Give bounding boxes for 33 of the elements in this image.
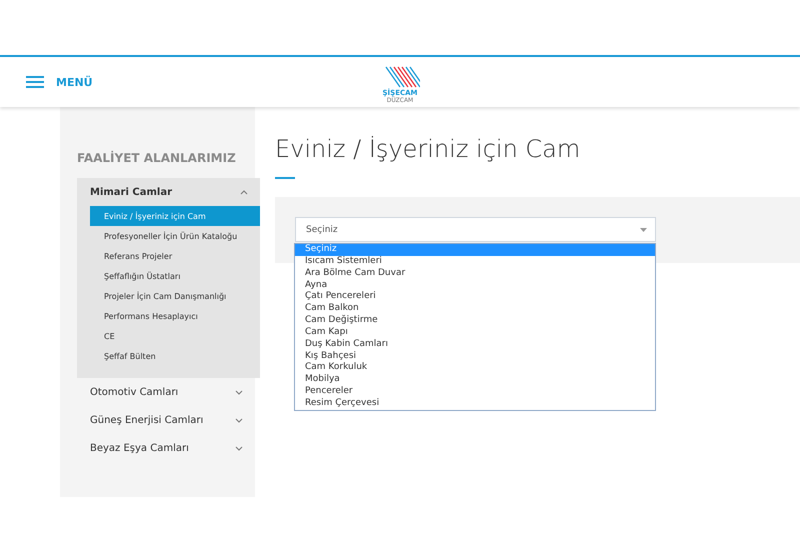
dropdown-option[interactable]: Mobilya (295, 374, 655, 386)
page-title: Eviniz / İşyeriniz için Cam (275, 135, 582, 165)
sidebar-group-header[interactable]: Güneş Enerjisi Camları (77, 406, 255, 434)
sidebar-group-header[interactable]: Beyaz Eşya Camları (77, 434, 255, 462)
chevron-down-icon (235, 418, 243, 422)
sidebar-item[interactable]: Referans Projeler (77, 246, 260, 266)
dropdown-option[interactable]: Ayna (295, 280, 655, 292)
dropdown-option[interactable]: Cam Değiştirme (295, 315, 655, 327)
dropdown-option[interactable]: Ara Bölme Cam Duvar (295, 268, 655, 280)
dropdown-option[interactable]: Isıcam Sistemleri (295, 256, 655, 268)
chevron-down-icon (235, 390, 243, 394)
sidebar-item[interactable]: Profesyoneller İçin Ürün Kataloğu (77, 226, 260, 246)
dropdown-option[interactable]: Çatı Pencereleri (295, 291, 655, 304)
dropdown-option[interactable]: Duş Kabin Camları (295, 338, 655, 351)
dropdown-option[interactable]: Cam Kapı (295, 326, 655, 339)
dropdown-option[interactable]: Pencereler (295, 386, 655, 398)
category-select[interactable]: Seçiniz (295, 217, 656, 242)
chevron-down-icon (235, 446, 243, 450)
dropdown-option[interactable]: Kış Bahçesi (295, 350, 655, 362)
sidebar-item[interactable]: Şeffaflığın Üstatları (77, 266, 260, 286)
menu-icon (26, 76, 44, 88)
sidebar-item[interactable]: Projeler İçin Cam Danışmanlığı (77, 286, 260, 306)
sidebar-group-header[interactable]: Mimari Camlar (77, 178, 260, 206)
dropdown-option[interactable]: Cam Korkuluk (295, 362, 655, 374)
sidebar-item[interactable]: CE (77, 326, 260, 346)
chevron-up-icon (240, 190, 248, 194)
sidebar-item[interactable]: Performans Hesaplayıcı (77, 306, 260, 326)
sidebar-item[interactable]: Şeffaf Bülten (77, 346, 260, 366)
dropdown-option[interactable]: Resim Çerçevesi (295, 398, 655, 410)
dropdown-option[interactable]: Cam Balkon (295, 303, 655, 316)
sidebar-heading: FAALİYET ALANLARIMIZ (77, 151, 237, 167)
sidebar-group-header[interactable]: Otomotiv Camları (77, 378, 255, 406)
caret-icon (640, 228, 647, 232)
